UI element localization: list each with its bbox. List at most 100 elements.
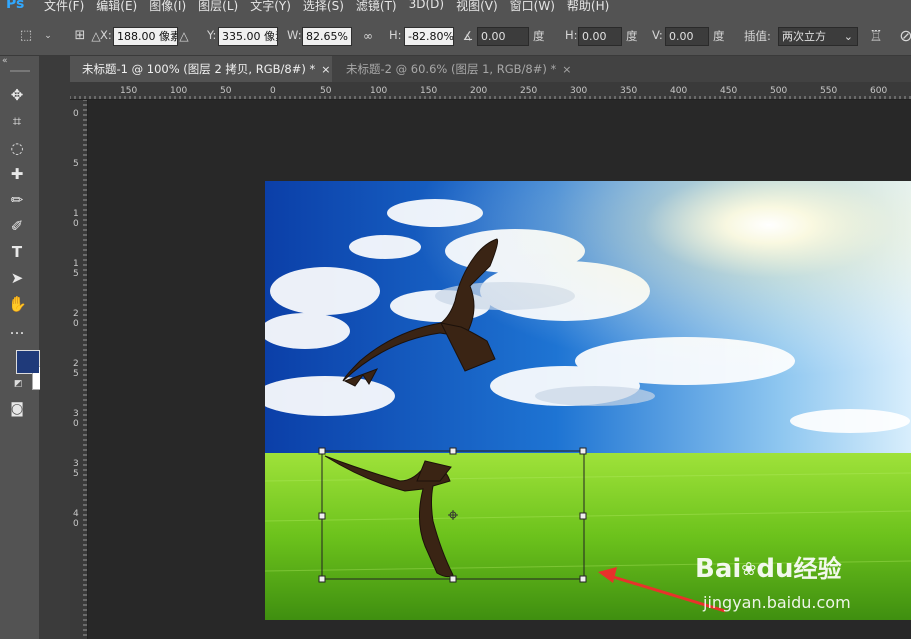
menu-layer[interactable]: 图层(L) [198, 0, 238, 14]
healing-icon[interactable]: ✚ [8, 165, 26, 183]
tools-gutter [40, 56, 70, 639]
menu-filter[interactable]: 滤镜(T) [356, 0, 397, 14]
delta-icon: △ [179, 29, 189, 43]
ruler-tick-label: 350 [620, 86, 637, 96]
move-icon[interactable]: ✥ [8, 86, 26, 104]
preset-dropdown-icon[interactable]: ⌄ [40, 28, 56, 44]
interpolation-label: 插值: [744, 29, 771, 43]
close-icon[interactable]: × [321, 63, 330, 76]
ruler-tick-label: 0 [73, 519, 79, 529]
ruler-tick-label: 0 [270, 86, 276, 96]
tab-label: 未标题-1 @ 100% (图层 2 拷贝, RGB/8#) * [82, 62, 316, 76]
tools-panel: « ✥ ⬚ ⌗ ◯ ◌ ✎ ✚ ✑ ✏ ⬓ ✐ ◈ T ✒ ➤ ○ ✋ ⚲ … … [0, 56, 57, 639]
link-icon[interactable]: ∞ [360, 28, 376, 44]
vskew-field[interactable]: 0.00 [665, 27, 709, 46]
vertical-ruler[interactable]: 0510152025303540 [70, 100, 88, 639]
crop-icon[interactable]: ⌗ [8, 112, 26, 130]
ruler-tick-label: 1 [73, 259, 79, 269]
more-tools-icon[interactable]: … [8, 320, 26, 338]
quick-select-icon[interactable]: ◌ [8, 139, 26, 157]
ruler-tick-label: 150 [420, 86, 437, 96]
ruler-tick-label: 50 [320, 86, 332, 96]
ruler-tick-label: 2 [73, 309, 79, 319]
collapse-panel-icon[interactable]: « [2, 56, 8, 66]
horizontal-ruler-scale: 150 100 50 0 50 100 150 200 250 300 350 400 450 500 55… [70, 86, 911, 99]
transform-tool-preset-icon[interactable]: ⬚ [18, 28, 34, 44]
grip-divider [10, 70, 30, 72]
x-position-field[interactable]: 188.00 像素 [113, 27, 178, 46]
hand-icon[interactable]: ✋ [8, 295, 27, 313]
rotate-unit: 度 [533, 29, 545, 43]
menu-view[interactable]: 视图(V) [456, 0, 498, 14]
vskew-unit: 度 [713, 29, 725, 43]
h-label: H: [389, 28, 402, 42]
ruler-tick-label: 400 [670, 86, 687, 96]
tab-document-1[interactable]: 未标题-1 @ 100% (图层 2 拷贝, RGB/8#) * × [70, 56, 332, 82]
options-bar: ⬚ ⌄ ⊞ △ X: 188.00 像素 △ Y: 335.00 像素 W: 8… [0, 14, 911, 56]
interpolation-value: 两次立方 [782, 30, 826, 43]
ruler-tick-label: 1 [73, 209, 79, 219]
hskew-label: H: [565, 28, 578, 42]
ruler-tick-label: 5 [73, 369, 79, 379]
ruler-tick-label: 150 [120, 86, 137, 96]
ruler-tick-label: 5 [73, 269, 79, 279]
x-label: X: [100, 28, 112, 42]
menu-select[interactable]: 选择(S) [303, 0, 344, 14]
w-label: W: [287, 28, 302, 42]
menu-list: 文件(F) 编辑(E) 图像(I) 图层(L) 文字(Y) 选择(S) 滤镜(T… [44, 0, 609, 14]
history-brush-icon[interactable]: ✐ [8, 217, 26, 235]
baidu-watermark: Bai❀du经验 [695, 554, 842, 584]
menu-3d[interactable]: 3D(D) [409, 0, 444, 14]
ruler-tick-label: 100 [170, 86, 187, 96]
ruler-tick-label: 3 [73, 459, 79, 469]
menu-type[interactable]: 文字(Y) [250, 0, 291, 14]
rotate-field[interactable]: 0.00 [477, 27, 529, 46]
app-logo: Ps [6, 0, 25, 12]
hskew-field[interactable]: 0.00 [578, 27, 622, 46]
menu-image[interactable]: 图像(I) [149, 0, 186, 14]
cancel-transform-icon[interactable]: ⊘ [898, 28, 911, 44]
height-field[interactable]: -82.80% [404, 27, 454, 46]
ruler-tick-label: 5 [73, 159, 79, 169]
type-icon[interactable]: T [8, 243, 26, 261]
foreground-color-fill [17, 351, 39, 373]
ruler-tick-label: 4 [73, 509, 79, 519]
ruler-tick-label: 5 [73, 469, 79, 479]
sunlight [265, 181, 911, 456]
path-select-icon[interactable]: ➤ [8, 269, 26, 287]
menu-file[interactable]: 文件(F) [44, 0, 84, 14]
watermark-url: jingyan.baidu.com [703, 593, 851, 612]
ruler-tick-label: 50 [220, 86, 232, 96]
ruler-tick-label: 3 [73, 409, 79, 419]
ruler-tick-label: 0 [73, 219, 79, 229]
document-tabs: 未标题-1 @ 100% (图层 2 拷贝, RGB/8#) * × 未标题-2 … [70, 56, 911, 82]
width-field[interactable]: 82.65% [302, 27, 352, 46]
y-label: Y: [207, 28, 217, 42]
menu-help[interactable]: 帮助(H) [567, 0, 609, 14]
menu-edit[interactable]: 编辑(E) [96, 0, 137, 14]
menu-window[interactable]: 窗口(W) [510, 0, 555, 14]
horizontal-ruler[interactable]: 150 100 50 0 50 100 150 200 250 300 350 400 450 500 55… [70, 82, 911, 100]
y-position-field[interactable]: 335.00 像素 [218, 27, 278, 46]
warp-mode-icon[interactable]: ♖ [868, 28, 884, 44]
brush-icon[interactable]: ✏ [8, 191, 26, 209]
chevron-down-icon: ⌄ [843, 30, 853, 43]
ruler-tick-label: 0 [73, 419, 79, 429]
ruler-tick-label: 100 [370, 86, 387, 96]
tab-document-2[interactable]: 未标题-2 @ 60.6% (图层 1, RGB/8#) * × [334, 56, 574, 82]
ruler-tick-label: 200 [470, 86, 487, 96]
tab-label: 未标题-2 @ 60.6% (图层 1, RGB/8#) * [346, 62, 557, 76]
hskew-unit: 度 [626, 29, 638, 43]
ruler-tick-label: 600 [870, 86, 887, 96]
default-colors-icon[interactable]: ◩ [14, 379, 23, 389]
interpolation-select[interactable]: 两次立方 ⌄ [778, 27, 858, 46]
vertical-ruler-scale: 0510152025303540 [73, 100, 87, 636]
vskew-label: V: [652, 28, 663, 42]
close-icon[interactable]: × [562, 63, 571, 76]
ruler-tick-label: 450 [720, 86, 737, 96]
document-canvas[interactable]: Bai❀du经验 jingyan.baidu.com [265, 181, 911, 620]
reference-point-icon[interactable]: ⊞ [72, 28, 88, 44]
quick-mask-icon[interactable]: ◙ [8, 400, 26, 418]
menu-bar: Ps 文件(F) 编辑(E) 图像(I) 图层(L) 文字(Y) 选择(S) 滤… [0, 0, 911, 14]
ruler-tick-label: 0 [73, 109, 79, 119]
